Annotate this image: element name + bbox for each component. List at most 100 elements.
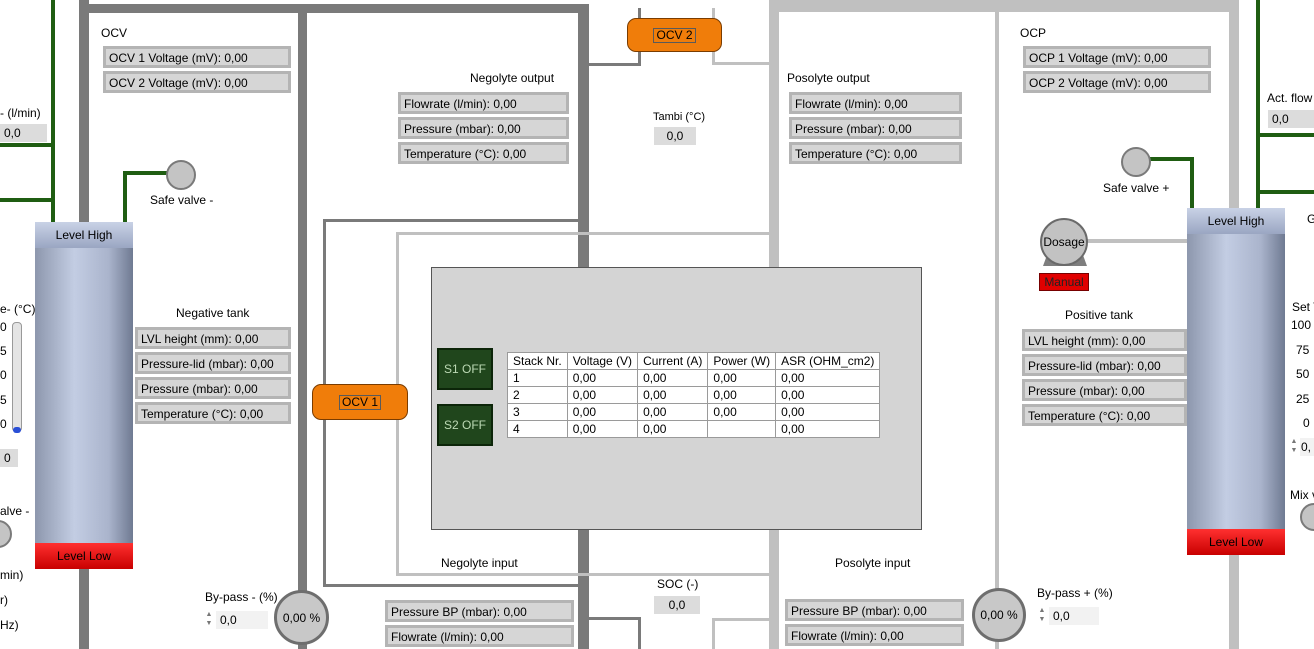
pipe: [1256, 133, 1314, 137]
ocv1-button-label: OCV 1: [338, 394, 381, 410]
cell-asr: 0,00: [775, 386, 881, 404]
level-high-indicator: Level High: [1187, 208, 1285, 234]
pos-lvl-indicator: LVL height (mm): 0,00: [1022, 329, 1187, 351]
set-temp-tick: 100: [1291, 318, 1312, 332]
pos-temperature-indicator: Temperature (°C): 0,00: [1022, 404, 1187, 426]
cell-voltage: 0,00: [566, 420, 639, 438]
safe-valve-neg[interactable]: [166, 160, 196, 190]
pipe: [712, 618, 715, 649]
posolyte-output-title: Posolyte output: [787, 71, 870, 85]
temp-tick: 5: [0, 344, 7, 358]
temp-tick: 0: [0, 417, 7, 431]
safe-valve-pos[interactable]: [1121, 147, 1151, 177]
pos-out-flowrate: Flowrate (l/min): 0,00: [789, 92, 962, 114]
mix-valve-label: Mix v: [1290, 488, 1314, 502]
dosage-mode[interactable]: Manual: [1039, 273, 1089, 291]
ocv2-button-label: OCV 2: [653, 27, 696, 43]
negative-tank-title: Negative tank: [176, 306, 250, 320]
pipe: [1085, 239, 1189, 243]
temp-value[interactable]: 0: [0, 449, 18, 467]
mix-valve-indicator[interactable]: [1300, 503, 1314, 531]
dosage-pump-body: Dosage: [1040, 218, 1088, 266]
pipe: [79, 4, 589, 13]
thermometer: [12, 322, 22, 433]
header-stack-nr: Stack Nr.: [507, 352, 568, 370]
bypass-pos-spinner[interactable]: ▲ ▼: [1036, 606, 1048, 626]
pipe: [1229, 0, 1239, 210]
cell-stack-nr: 1: [507, 369, 568, 387]
pipe: [712, 618, 769, 621]
misc-label: Hz): [0, 618, 19, 632]
header-power: Power (W): [707, 352, 777, 370]
set-temp-value[interactable]: 0,: [1300, 438, 1314, 456]
set-temp-label: Set T: [1292, 300, 1314, 314]
cell-asr: 0,00: [775, 369, 881, 387]
level-high-label: Level High: [1207, 214, 1265, 228]
header-current: Current (A): [637, 352, 709, 370]
pipe: [1256, 0, 1260, 212]
level-low-indicator: Level Low: [35, 543, 133, 569]
tambi-label: Tambi (°C): [653, 111, 706, 123]
valve-indicator[interactable]: [0, 520, 12, 548]
ocp-title: OCP: [1020, 26, 1047, 40]
bypass-neg-spinner[interactable]: ▲ ▼: [203, 610, 215, 630]
bypass-neg-input[interactable]: 0,0: [216, 611, 268, 629]
cell-voltage: 0,00: [566, 369, 639, 387]
level-high-label: Level High: [55, 228, 113, 242]
level-low-indicator: Level Low: [1187, 529, 1285, 555]
ocp1-indicator: OCP 1 Voltage (mV): 0,00: [1023, 46, 1211, 68]
level-low-label: Level Low: [1208, 535, 1264, 549]
table-row: 1 0,00 0,00 0,00 0,00: [507, 369, 881, 387]
pos-pressure-lid-indicator: Pressure-lid (mbar): 0,00: [1022, 354, 1187, 376]
pipe: [589, 617, 641, 620]
ocv2-button[interactable]: OCV 2: [627, 18, 722, 52]
pipe: [323, 219, 578, 222]
g-label: G: [1307, 212, 1314, 226]
cell-current: 0,00: [637, 386, 709, 404]
set-temp-tick: 75: [1296, 343, 1310, 357]
neg-in-flowrate: Flowrate (l/min): 0,00: [385, 625, 574, 647]
set-temp-tick: 25: [1296, 392, 1310, 406]
misc-label: min): [0, 568, 24, 582]
set-temp-spinner[interactable]: ▲ ▼: [1288, 437, 1300, 457]
pipe: [1229, 554, 1239, 649]
set-temp-tick: 50: [1296, 367, 1310, 381]
ocv-title: OCV: [101, 26, 128, 40]
pos-pressure-indicator: Pressure (mbar): 0,00: [1022, 379, 1187, 401]
level-low-label: Level Low: [56, 549, 112, 563]
temp-tick: 0: [0, 320, 7, 334]
table-header-row: Stack Nr. Voltage (V) Current (A) Power …: [507, 352, 881, 370]
table-row: 4 0,00 0,00 0,00: [507, 420, 881, 438]
neg-lvl-indicator: LVL height (mm): 0,00: [135, 327, 291, 349]
s1-button[interactable]: S1 OFF: [437, 348, 493, 390]
act-flow-value: 0,0: [1268, 110, 1314, 128]
temp-tick: 0: [0, 368, 7, 382]
negolyte-input-title: Negolyte input: [441, 556, 518, 570]
valve-label: alve -: [0, 504, 30, 518]
dosage-pump[interactable]: Dosage Manual: [1037, 218, 1093, 292]
flow-value: 0,0: [0, 124, 47, 142]
act-flow-label: Act. flow: [1267, 91, 1313, 105]
cell-voltage: 0,00: [566, 386, 639, 404]
cell-power: 0,00: [707, 369, 777, 387]
safe-valve-neg-label: Safe valve -: [150, 193, 214, 207]
pipe: [323, 584, 578, 587]
level-high-indicator: Level High: [35, 222, 133, 248]
temp-tick: 5: [0, 393, 7, 407]
pipe: [1150, 157, 1194, 161]
bypass-pos-gauge-value: 0,00 %: [980, 608, 1018, 622]
soc-value: 0,0: [654, 596, 700, 614]
negolyte-output-title: Negolyte output: [470, 71, 555, 85]
s2-button[interactable]: S2 OFF: [437, 404, 493, 446]
pipe: [1190, 157, 1194, 208]
neg-out-flowrate: Flowrate (l/min): 0,00: [398, 92, 569, 114]
temp-label: e- (°C): [0, 302, 36, 316]
tambi-value: 0,0: [654, 127, 696, 145]
cell-asr: 0,00: [775, 403, 881, 421]
pipe: [396, 232, 769, 235]
ocv1-button[interactable]: OCV 1: [312, 384, 408, 420]
bypass-pos-input[interactable]: 0,0: [1049, 607, 1099, 625]
cell-power: 0,00: [707, 386, 777, 404]
pipe: [123, 171, 167, 175]
pipe: [712, 62, 769, 65]
